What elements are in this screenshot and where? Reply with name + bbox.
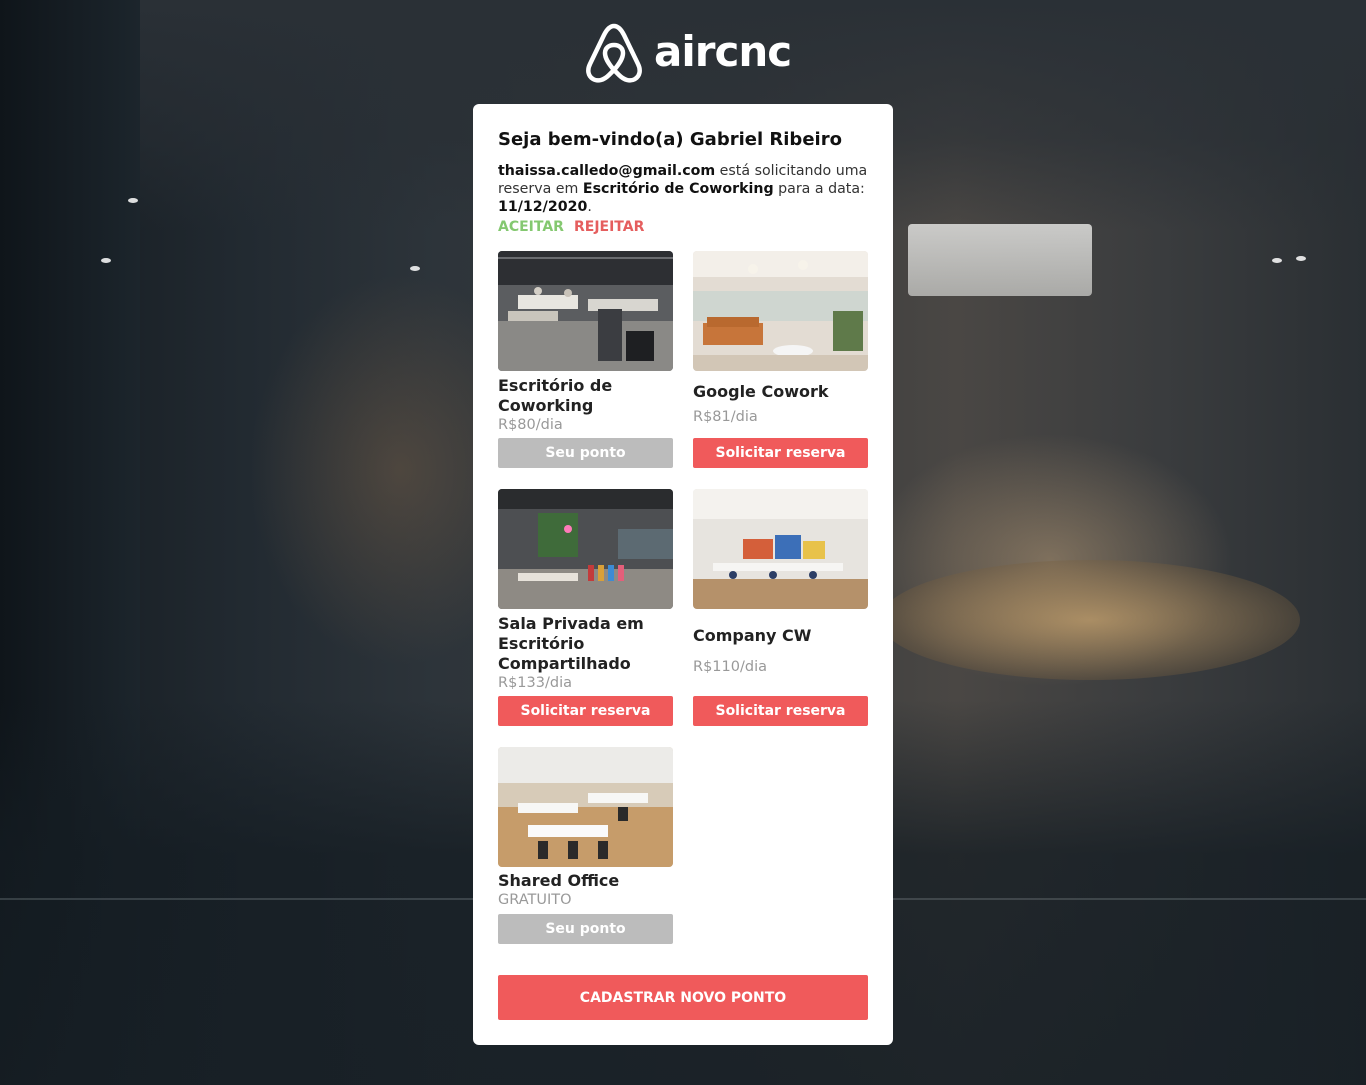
ceiling-light — [1272, 258, 1282, 263]
own-spot-button[interactable]: Seu ponto — [498, 914, 673, 944]
spot-title: Google Cowork — [693, 382, 829, 401]
spot-thumbnail[interactable] — [693, 489, 868, 609]
welcome-title: Seja bem-vindo(a) Gabriel Ribeiro — [498, 129, 842, 150]
request-email: thaissa.calledo@gmail.com — [498, 163, 716, 179]
dashboard-card: Seja bem-vindo(a) Gabriel Ribeiro thaiss… — [473, 104, 893, 1045]
ceiling-light — [1296, 256, 1306, 261]
spot-card: Shared Office GRATUITO Seu ponto — [498, 747, 673, 945]
request-spot: Escritório de Coworking — [582, 181, 774, 197]
airbnb-belo-icon — [586, 23, 642, 83]
brand-logo: aircnc — [584, 20, 792, 84]
brand-name: aircnc — [654, 27, 792, 76]
accept-button[interactable]: ACEITAR — [498, 218, 564, 236]
spot-title: Sala Privada em Escritório Compartilhado — [498, 614, 644, 673]
spot-price: GRATUITO — [498, 892, 572, 908]
spot-thumbnail[interactable] — [498, 747, 673, 867]
spot-price: R$133/dia — [498, 675, 572, 691]
background-air-conditioner — [908, 224, 1092, 296]
spot-card: Escritório de Coworking R$80/dia Seu pon… — [498, 251, 673, 469]
request-booking-button[interactable]: Solicitar reserva — [693, 696, 868, 726]
request-date: 11/12/2020 — [498, 199, 588, 215]
request-actions: ACEITAR REJEITAR — [498, 218, 868, 236]
request-text: . — [587, 199, 592, 215]
own-spot-button[interactable]: Seu ponto — [498, 438, 673, 468]
spot-title: Escritório de Coworking — [498, 376, 613, 415]
spot-thumbnail[interactable] — [498, 489, 673, 609]
spot-thumbnail[interactable] — [693, 251, 868, 371]
spot-card: Sala Privada em Escritório Compartilhado… — [498, 489, 673, 727]
spot-title: Company CW — [693, 626, 812, 645]
booking-request: thaissa.calledo@gmail.com está solicitan… — [498, 162, 868, 216]
new-spot-button[interactable]: CADASTRAR NOVO PONTO — [498, 975, 868, 1020]
request-text: para a data: — [773, 181, 865, 197]
ceiling-light — [101, 258, 111, 263]
request-booking-button[interactable]: Solicitar reserva — [693, 438, 868, 468]
spot-card: Company CW R$110/dia Solicitar reserva — [693, 489, 868, 727]
spot-price: R$81/dia — [693, 409, 758, 425]
ceiling-light — [128, 198, 138, 203]
ceiling-light — [410, 266, 420, 271]
request-booking-button[interactable]: Solicitar reserva — [498, 696, 673, 726]
spot-title: Shared Office — [498, 871, 620, 890]
spot-price: R$80/dia — [498, 417, 563, 433]
reject-button[interactable]: REJEITAR — [574, 218, 644, 236]
background-meeting-table — [880, 560, 1300, 680]
spot-price: R$110/dia — [693, 659, 767, 675]
spot-thumbnail[interactable] — [498, 251, 673, 371]
spot-card: Google Cowork R$81/dia Solicitar reserva — [693, 251, 868, 469]
